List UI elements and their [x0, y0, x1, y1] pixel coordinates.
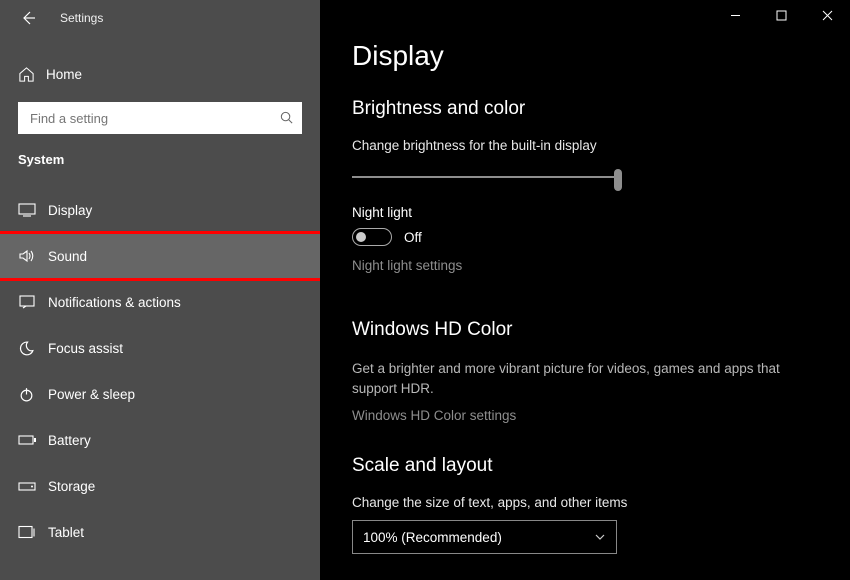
page-title: Display [352, 40, 818, 72]
close-icon [822, 10, 833, 21]
night-light-state: Off [404, 230, 422, 245]
speaker-icon [18, 248, 48, 264]
scale-dropdown[interactable]: 100% (Recommended) [352, 520, 617, 554]
home-button[interactable]: Home [0, 54, 320, 94]
tablet-icon [18, 525, 48, 540]
sidebar-item-storage[interactable]: Storage [0, 463, 320, 509]
main-content: Display Brightness and color Change brig… [320, 0, 850, 580]
section-title-brightness: Brightness and color [352, 98, 818, 120]
night-light-toggle[interactable] [352, 228, 392, 246]
battery-icon [18, 434, 48, 446]
sidebar: Settings Home System Display [0, 0, 320, 580]
notifications-icon [18, 294, 48, 310]
sidebar-item-battery[interactable]: Battery [0, 417, 320, 463]
monitor-icon [18, 202, 48, 218]
sidebar-item-tablet[interactable]: Tablet [0, 509, 320, 555]
storage-icon [18, 479, 48, 493]
sidebar-item-label: Focus assist [48, 341, 123, 356]
section-title-hdcolor: Windows HD Color [352, 319, 818, 341]
chevron-down-icon [594, 531, 606, 543]
brightness-slider[interactable] [352, 165, 622, 189]
sidebar-item-label: Notifications & actions [48, 295, 181, 310]
window-title: Settings [60, 11, 103, 25]
search-field[interactable] [28, 110, 270, 127]
maximize-icon [776, 10, 787, 21]
arrow-left-icon [20, 10, 36, 26]
window-controls [712, 0, 850, 30]
sidebar-item-focus-assist[interactable]: Focus assist [0, 325, 320, 371]
slider-track [352, 176, 622, 178]
sidebar-item-notifications[interactable]: Notifications & actions [0, 279, 320, 325]
maximize-button[interactable] [758, 0, 804, 30]
toggle-knob [356, 232, 366, 242]
minimize-button[interactable] [712, 0, 758, 30]
titlebar: Settings [0, 0, 320, 36]
sidebar-item-label: Storage [48, 479, 95, 494]
section-title-scale: Scale and layout [352, 455, 818, 477]
home-label: Home [46, 67, 82, 82]
search-input[interactable] [18, 102, 302, 134]
sidebar-item-sound[interactable]: Sound [0, 233, 320, 279]
sidebar-item-power-sleep[interactable]: Power & sleep [0, 371, 320, 417]
night-light-settings-link[interactable]: Night light settings [352, 258, 818, 273]
brightness-slider-label: Change brightness for the built-in displ… [352, 138, 818, 153]
sidebar-item-label: Tablet [48, 525, 84, 540]
sidebar-item-display[interactable]: Display [0, 187, 320, 233]
scale-dropdown-value: 100% (Recommended) [363, 530, 502, 545]
sidebar-item-label: Display [48, 203, 92, 218]
scale-label: Change the size of text, apps, and other… [352, 495, 818, 510]
nav-list: Display Sound Notifications & actions Fo… [0, 187, 320, 555]
back-button[interactable] [18, 8, 38, 28]
search-icon [279, 110, 294, 125]
hdcolor-settings-link[interactable]: Windows HD Color settings [352, 408, 818, 423]
slider-thumb[interactable] [614, 169, 622, 191]
close-button[interactable] [804, 0, 850, 30]
hdcolor-desc: Get a brighter and more vibrant picture … [352, 359, 792, 398]
minimize-icon [730, 10, 741, 21]
home-icon [18, 66, 42, 83]
section-label-system: System [0, 152, 320, 167]
power-icon [18, 386, 48, 403]
sidebar-item-label: Sound [48, 249, 87, 264]
night-light-label: Night light [352, 205, 818, 220]
sidebar-item-label: Battery [48, 433, 91, 448]
moon-icon [18, 340, 48, 357]
sidebar-item-label: Power & sleep [48, 387, 135, 402]
